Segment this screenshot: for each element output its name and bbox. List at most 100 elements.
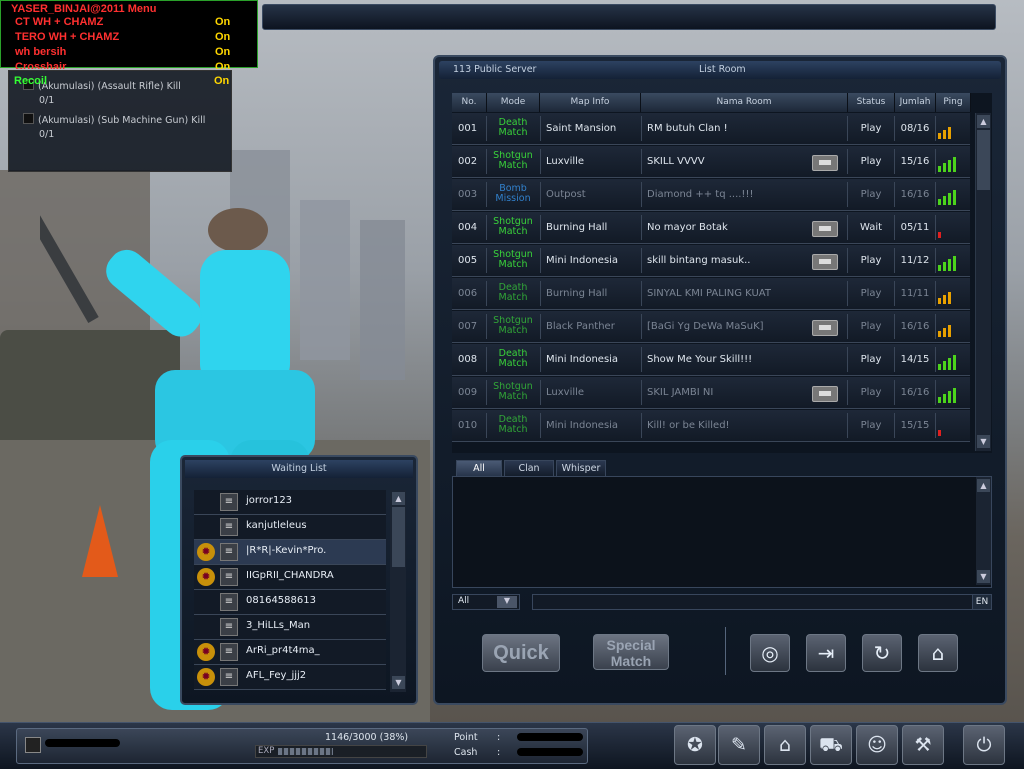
power-exit-icon[interactable]: ⏻	[963, 725, 1005, 765]
mission-card-icon[interactable]: ✎	[718, 725, 760, 765]
room-status: Play	[860, 420, 882, 431]
ping-bar	[938, 199, 941, 205]
ping-signal-icon	[938, 354, 960, 370]
refresh-icon[interactable]: ↻	[862, 634, 902, 672]
waiting-player-row[interactable]: ✹ ≡ IIGpRII_CHANDRA	[194, 565, 386, 590]
waiting-player-row[interactable]: ≡ kanjutleleus	[194, 515, 386, 540]
cheat-item-label: TERO WH + CHAMZ	[15, 31, 120, 43]
chat-tab-all[interactable]: All	[456, 460, 502, 477]
player-name: 08164588613	[246, 595, 316, 606]
rank-icon: ≡	[220, 518, 238, 536]
room-name: RM butuh Clan !	[647, 123, 728, 134]
room-row[interactable]: 006 Death Match Burning Hall SINYAL KMI PALI…	[452, 278, 970, 310]
room-row[interactable]: 008 Death Match Mini Indonesia Show Me Your …	[452, 344, 970, 376]
ping-bar	[948, 325, 951, 337]
room-number: 003	[458, 189, 478, 200]
room-row[interactable]: 004 Shotgun Match Burning Hall No mayor Bota…	[452, 212, 970, 244]
col-header-mode[interactable]: Mode	[487, 93, 540, 112]
create-room-icon[interactable]: ⌂	[918, 634, 958, 672]
chevron-down-icon[interactable]: ▼	[497, 596, 517, 608]
rank-icon: ≡	[220, 568, 238, 586]
ping-signal-icon	[938, 387, 960, 403]
community-icon[interactable]: ☺	[856, 725, 898, 765]
room-mode: Shotgun Match	[487, 316, 539, 338]
col-header-no[interactable]: No.	[452, 93, 487, 112]
col-header-count[interactable]: Jumlah	[895, 93, 936, 112]
shop-cart-icon[interactable]: ⛟	[810, 725, 852, 765]
enter-room-icon[interactable]: ⇥	[806, 634, 846, 672]
scroll-down-icon[interactable]: ▼	[977, 435, 990, 448]
room-row[interactable]: 002 Shotgun Match Luxville SKILL VVVV Play 15/…	[452, 146, 970, 178]
col-header-status[interactable]: Status	[848, 93, 895, 112]
chat-tab-clan[interactable]: Clan	[504, 460, 554, 477]
exp-text: 1146/3000 (38%)	[325, 732, 409, 743]
scroll-up-icon[interactable]: ▲	[392, 492, 405, 505]
waiting-player-row[interactable]: ≡ 3_HiLLs_Man	[194, 615, 386, 640]
lock-icon	[812, 155, 838, 171]
room-name: No mayor Botak	[647, 222, 728, 233]
chat-tab-whisper[interactable]: Whisper	[556, 460, 606, 477]
ping-signal-icon	[938, 321, 960, 337]
room-map: Mini Indonesia	[546, 255, 619, 266]
scroll-thumb[interactable]	[977, 130, 990, 190]
room-player-count: 16/16	[900, 387, 930, 398]
room-name: Diamond ++ tq ....!!!	[647, 189, 754, 200]
room-row[interactable]: 003 Bomb Mission Outpost Diamond ++ tq ....!…	[452, 179, 970, 211]
chat-scrollbar[interactable]: ▲ ▼	[976, 477, 991, 585]
inventory-bag-icon[interactable]: ⌂	[764, 725, 806, 765]
ping-bar	[943, 361, 946, 370]
room-row[interactable]: 005 Shotgun Match Mini Indonesia skill binta…	[452, 245, 970, 277]
cheat-menu-item[interactable]: Recoil On	[14, 75, 258, 89]
scroll-up-icon[interactable]: ▲	[977, 115, 990, 128]
scroll-down-icon[interactable]: ▼	[392, 676, 405, 689]
room-row[interactable]: 001 Death Match Saint Mansion RM butuh Clan …	[452, 113, 970, 145]
waiting-player-row[interactable]: ≡ 08164588613	[194, 590, 386, 615]
cheat-menu-item[interactable]: Crosshair On	[15, 61, 245, 69]
col-header-ping[interactable]: Ping	[936, 93, 971, 112]
room-mode-line-2: Match	[498, 226, 528, 237]
cheat-menu-item[interactable]: CT WH + CHAMZ On	[15, 16, 245, 30]
player-name: 3_HiLLs_Man	[246, 620, 311, 631]
room-list-scrollbar[interactable]: ▲ ▼	[975, 113, 991, 451]
waiting-player-row[interactable]: ✹ ≡ ArRi_pr4t4ma_	[194, 640, 386, 665]
room-name: SKILL VVVV	[647, 156, 705, 167]
server-globe-icon[interactable]: ◎	[750, 634, 790, 672]
room-row[interactable]: 010 Death Match Mini Indonesia Kill! or be K…	[452, 410, 970, 442]
room-status: Play	[860, 354, 882, 365]
room-map: Mini Indonesia	[546, 420, 619, 431]
language-indicator[interactable]: EN	[972, 594, 992, 610]
room-row[interactable]: 009 Shotgun Match Luxville SKIL JAMBI NI Play…	[452, 377, 970, 409]
chat-channel-select[interactable]: All ▼	[452, 594, 520, 610]
cheat-item-value: On	[214, 75, 230, 87]
room-name: [BaGi Yg DeWa MaSuK]	[647, 321, 764, 332]
room-player-count: 16/16	[900, 189, 930, 200]
col-header-map[interactable]: Map Info	[540, 93, 641, 112]
room-number: 005	[458, 255, 478, 266]
mission-count: 0/1	[39, 95, 55, 106]
settings-wrench-icon[interactable]: ⚒	[902, 725, 944, 765]
room-number: 007	[458, 321, 478, 332]
ping-bar	[948, 193, 951, 205]
scroll-up-icon[interactable]: ▲	[977, 479, 990, 492]
cheat-item-label: CT WH + CHAMZ	[15, 16, 104, 28]
cheat-menu-item[interactable]: wh bersih On	[15, 46, 245, 60]
waiting-list-scrollbar[interactable]: ▲ ▼	[390, 490, 406, 692]
clan-emblem-icon[interactable]: ✪	[674, 725, 716, 765]
special-match-button[interactable]: Special Match	[593, 634, 669, 670]
chat-input[interactable]	[532, 594, 974, 610]
user-info-bar: 1146/3000 (38%) EXP Point Cash : :	[16, 728, 588, 764]
scroll-thumb[interactable]	[392, 507, 405, 567]
waiting-player-row[interactable]: ≡ jorror123	[194, 490, 386, 515]
chat-log[interactable]: ▲ ▼	[452, 476, 992, 588]
waiting-player-row[interactable]: ✹ ≡ AFL_Fey_jjj2	[194, 665, 386, 690]
ping-signal-icon	[938, 420, 960, 436]
scroll-down-icon[interactable]: ▼	[977, 570, 990, 583]
waiting-player-row[interactable]: ✹ ≡ |R*R|-Kevin*Pro.	[194, 540, 386, 565]
quick-join-button[interactable]: Quick	[482, 634, 560, 672]
room-row[interactable]: 007 Shotgun Match Black Panther [BaGi Yg DeW…	[452, 311, 970, 343]
player-name: |R*R|-Kevin*Pro.	[246, 545, 327, 556]
room-status: Play	[860, 123, 882, 134]
cheat-menu-item[interactable]: TERO WH + CHAMZ On	[15, 31, 245, 45]
room-status: Play	[860, 387, 882, 398]
col-header-room-name[interactable]: Nama Room	[641, 93, 848, 112]
